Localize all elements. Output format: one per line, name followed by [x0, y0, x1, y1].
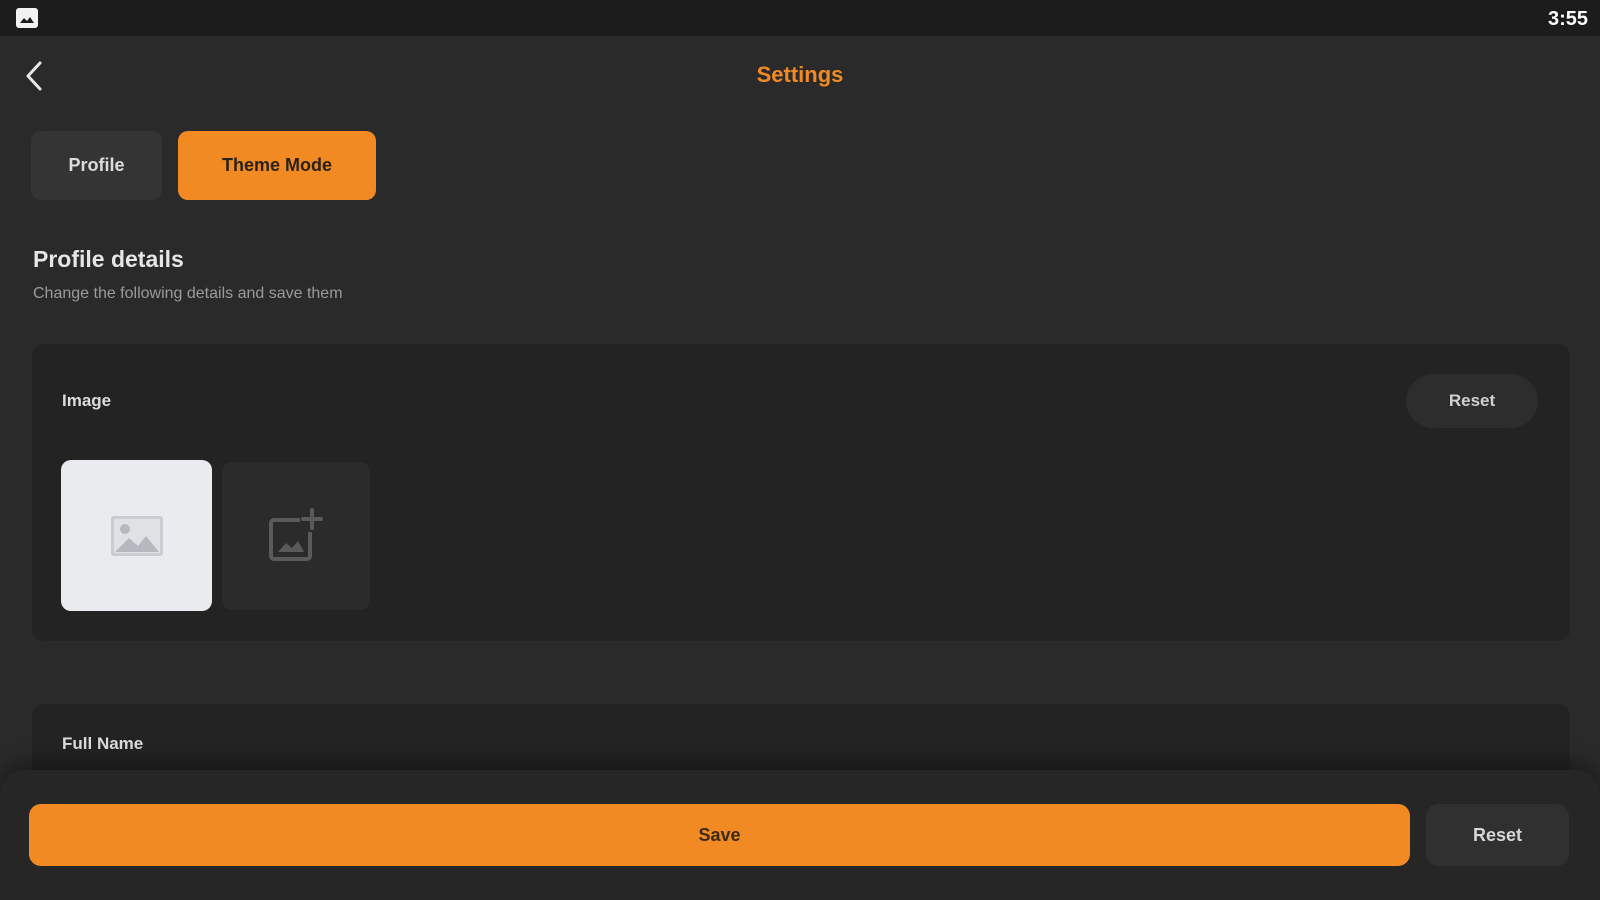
section-subtitle: Change the following details and save th… — [33, 285, 343, 302]
gallery-icon — [16, 8, 38, 28]
tab-profile[interactable]: Profile — [31, 131, 162, 200]
add-image-button[interactable] — [222, 462, 370, 610]
image-reset-button[interactable]: Reset — [1406, 374, 1538, 428]
settings-tabs: Profile Theme Mode — [31, 131, 376, 200]
status-bar: 3:55 — [0, 0, 1600, 36]
bottom-action-bar: Save Reset — [0, 770, 1600, 900]
image-card: Image Reset — [32, 344, 1570, 641]
current-image-thumbnail[interactable] — [61, 460, 212, 611]
image-placeholder-icon — [110, 515, 163, 556]
reset-button[interactable]: Reset — [1426, 804, 1569, 866]
add-image-icon — [269, 508, 323, 561]
save-button[interactable]: Save — [29, 804, 1410, 866]
image-label: Image — [62, 391, 112, 410]
tab-theme-mode[interactable]: Theme Mode — [178, 131, 376, 200]
status-time: 3:55 — [1547, 8, 1588, 30]
full-name-label: Full Name — [62, 734, 144, 753]
app-header: Settings — [0, 36, 1600, 120]
section-title: Profile details — [33, 246, 184, 272]
page-title: Settings — [756, 62, 844, 87]
